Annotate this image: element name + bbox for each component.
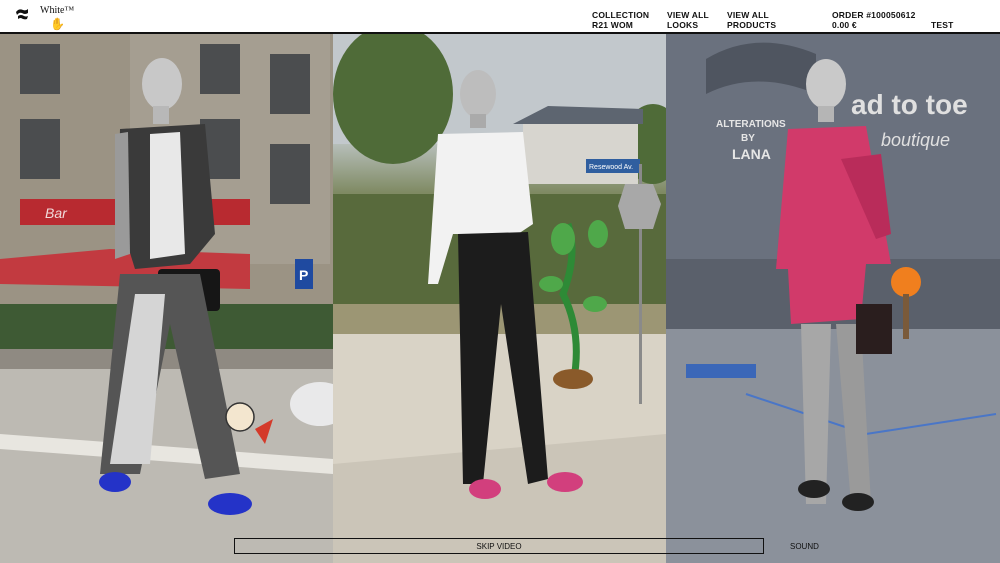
storefront-line1: ALTERATIONS bbox=[716, 119, 786, 130]
storefront-big-text: ad to toe bbox=[851, 89, 968, 120]
nav-order[interactable]: ORDER #100050612 0.00 € bbox=[832, 10, 916, 30]
skip-video-button[interactable]: SKIP VIDEO bbox=[234, 538, 764, 554]
shop-sign-text: Bar bbox=[45, 205, 68, 221]
logo-icon[interactable] bbox=[14, 6, 30, 22]
order-number: ORDER #100050612 bbox=[832, 10, 916, 20]
nav-view-all-looks[interactable]: VIEW ALL LOOKS bbox=[667, 10, 709, 30]
video-panel-garden: Resewood Av. bbox=[333, 34, 666, 563]
video-stage: Bar P Resewood Av. ALTERATIONS BY LANA a… bbox=[0, 34, 1000, 563]
video-panel-street: Bar P bbox=[0, 34, 333, 563]
storefront-line3: LANA bbox=[732, 146, 771, 162]
nav-collection[interactable]: COLLECTION R21 WOM bbox=[592, 10, 649, 30]
order-total: 0.00 € bbox=[832, 20, 857, 30]
nav-products-line1: VIEW ALL bbox=[727, 10, 769, 20]
sound-toggle[interactable]: SOUND bbox=[790, 542, 819, 551]
top-bar: White™ ✋ COLLECTION R21 WOM VIEW ALL LOO… bbox=[0, 0, 1000, 40]
svg-text:P: P bbox=[299, 267, 308, 283]
hand-icon: ✋ bbox=[50, 17, 65, 31]
nav-looks-line1: VIEW ALL bbox=[667, 10, 709, 20]
nav-view-all-products[interactable]: VIEW ALL PRODUCTS bbox=[727, 10, 776, 30]
nav-looks-line2: LOOKS bbox=[667, 20, 699, 30]
storefront-line2: BY bbox=[741, 133, 755, 144]
nav-products-line2: PRODUCTS bbox=[727, 20, 777, 30]
video-panel-boutique: ALTERATIONS BY LANA ad to toe boutique bbox=[666, 34, 1000, 563]
storefront-script-text: boutique bbox=[881, 130, 950, 150]
street-sign-text: Resewood Av. bbox=[589, 164, 633, 171]
nav-collection-line1: COLLECTION bbox=[592, 10, 650, 20]
nav-collection-line2: R21 WOM bbox=[592, 20, 634, 30]
brand-name[interactable]: White™ bbox=[40, 5, 74, 16]
